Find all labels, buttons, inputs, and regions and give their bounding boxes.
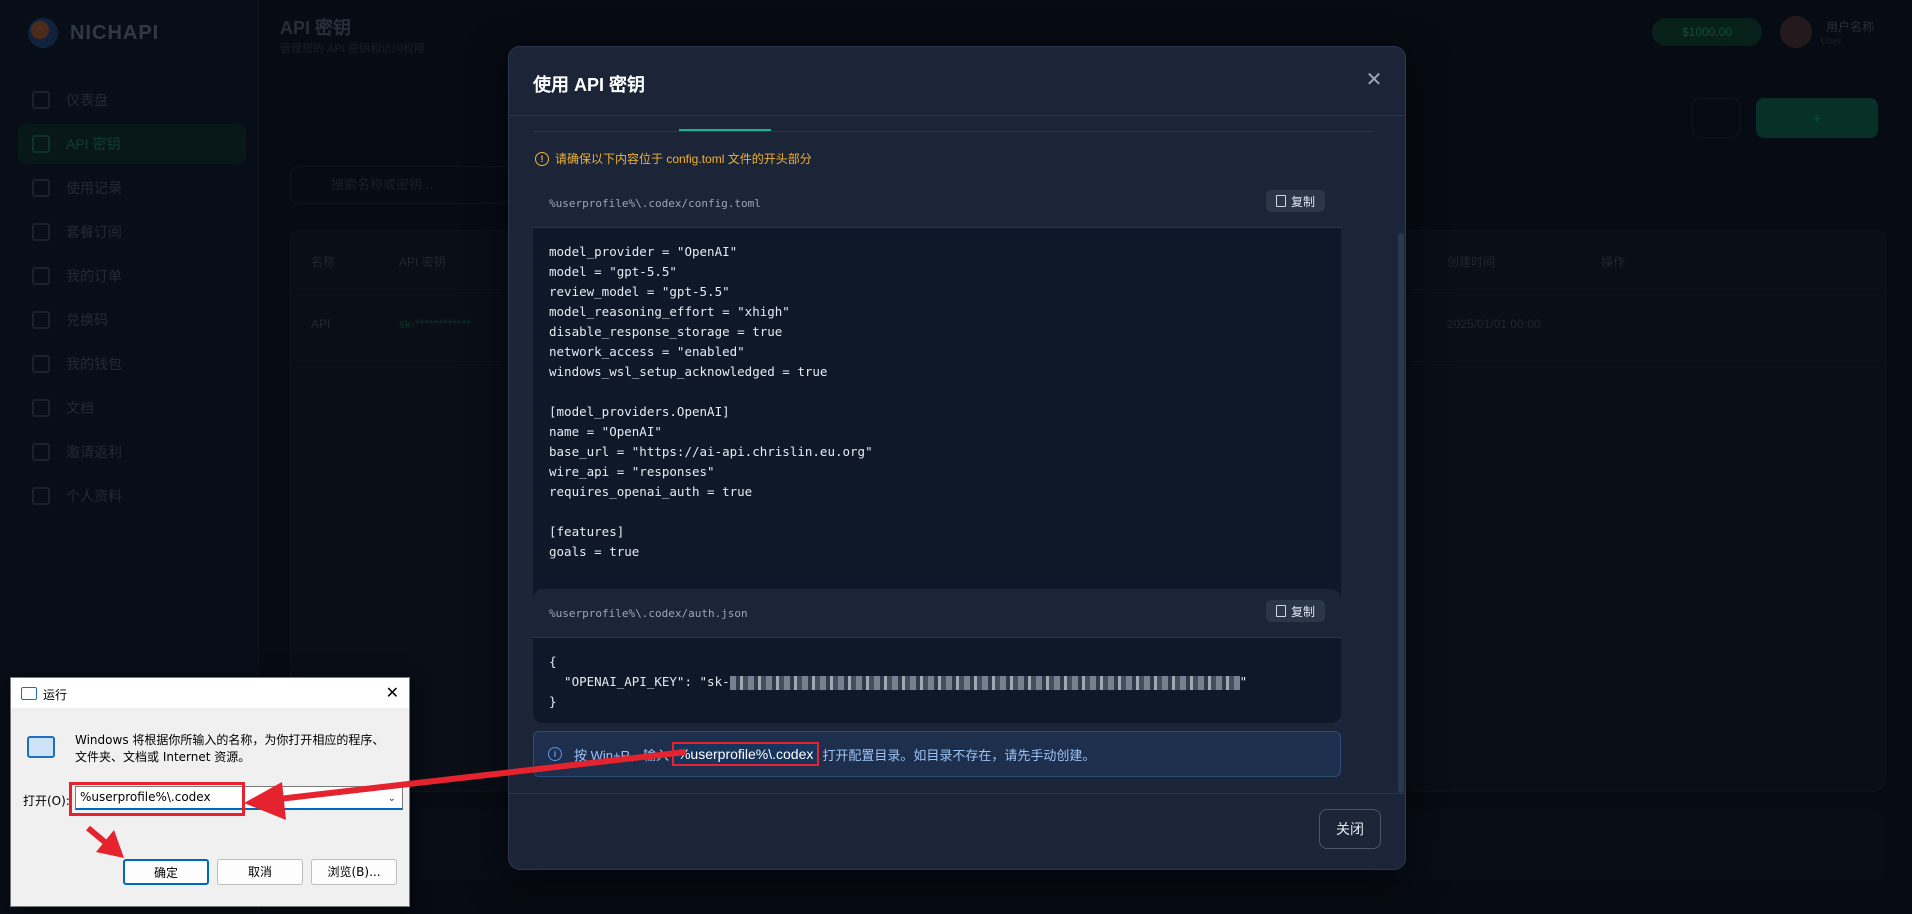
modal-title: 使用 API 密钥 <box>533 75 646 95</box>
code-line: network_access = "enabled" <box>549 344 745 359</box>
highlighted-path: %userprofile%\.codex <box>671 742 820 766</box>
divider <box>509 793 1405 794</box>
code-card-header: %userprofile%\.codex/config.toml 复制 <box>533 179 1341 228</box>
close-icon[interactable]: ✕ <box>1363 69 1385 91</box>
cancel-button[interactable]: 取消 <box>217 859 303 885</box>
scrollbar[interactable] <box>1398 233 1404 793</box>
auth-code-block[interactable]: { "OPENAI_API_KEY": "sk- " } <box>533 638 1341 723</box>
config-code-block[interactable]: model_provider = "OpenAI" model = "gpt-5.… <box>533 228 1341 576</box>
run-title: 运行 <box>43 688 68 702</box>
annotation-highlight-box <box>69 782 245 816</box>
file-path: %userprofile%\.codex/config.toml <box>549 197 761 210</box>
close-icon[interactable]: ✕ <box>386 683 399 702</box>
code-line: requires_openai_auth = true <box>549 484 753 499</box>
code-line: goals = true <box>549 544 640 559</box>
chevron-down-icon[interactable]: ⌄ <box>388 789 396 809</box>
code-line: disable_response_storage = true <box>549 324 783 339</box>
code-line: [features] <box>549 524 625 539</box>
warning-icon: ! <box>535 151 549 166</box>
copy-icon <box>1275 195 1286 207</box>
ok-button[interactable]: 确定 <box>123 859 209 885</box>
tabs-divider <box>533 131 1373 132</box>
close-button[interactable]: 关闭 <box>1319 809 1381 849</box>
code-line: model = "gpt-5.5" <box>549 264 677 279</box>
copy-icon <box>1275 605 1286 617</box>
run-title-bar[interactable]: 运行 ✕ <box>11 678 409 708</box>
config-toml-card: %userprofile%\.codex/config.toml 复制 mode… <box>533 179 1341 607</box>
open-label: 打开(O): <box>23 794 70 808</box>
copy-button[interactable]: 复制 <box>1265 190 1325 212</box>
copy-button[interactable]: 复制 <box>1265 600 1325 622</box>
active-tab-indicator[interactable] <box>679 129 771 131</box>
browse-button[interactable]: 浏览(B)... <box>311 859 397 885</box>
info-alert: i 按 Win+R，输入 %userprofile%\.codex 打开配置目录… <box>533 731 1341 777</box>
code-line: model_reasoning_effort = "xhigh" <box>549 304 790 319</box>
code-line: windows_wsl_setup_acknowledged = true <box>549 364 828 379</box>
config-warning: ! 请确保以下内容位于 config.toml 文件的开头部分 <box>535 150 812 167</box>
auth-json-card: %userprofile%\.codex/auth.json 复制 { "OPE… <box>533 589 1341 723</box>
code-line: review_model = "gpt-5.5" <box>549 284 730 299</box>
info-icon: i <box>548 747 562 761</box>
run-dialog: 运行 ✕ Windows 将根据你所输入的名称，为你打开相应的程序、文件夹、文档… <box>10 677 410 907</box>
code-card-header: %userprofile%\.codex/auth.json 复制 <box>533 589 1341 638</box>
run-description: Windows 将根据你所输入的名称，为你打开相应的程序、文件夹、文档或 Int… <box>75 733 385 764</box>
divider <box>509 115 1405 116</box>
run-program-icon <box>27 736 55 758</box>
file-path: %userprofile%\.codex/auth.json <box>549 607 748 620</box>
code-line: wire_api = "responses" <box>549 464 715 479</box>
code-line: model_provider = "OpenAI" <box>549 244 738 259</box>
redacted-api-key <box>729 675 1240 690</box>
use-api-key-modal: 使用 API 密钥 ✕ ! 请确保以下内容位于 config.toml 文件的开… <box>508 46 1406 870</box>
code-line: base_url = "https://ai-api.chrislin.eu.o… <box>549 444 873 459</box>
run-icon <box>21 687 37 700</box>
code-line: name = "OpenAI" <box>549 424 662 439</box>
code-line: [model_providers.OpenAI] <box>549 404 730 419</box>
